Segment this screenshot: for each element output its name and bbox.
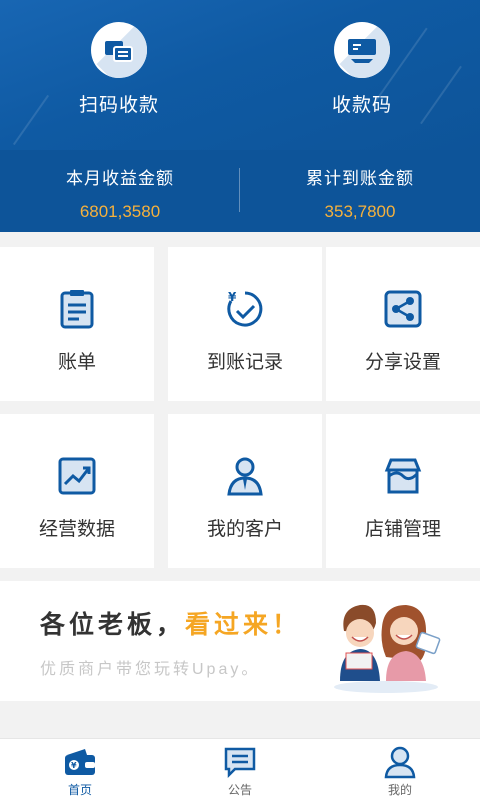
bill-icon [55,287,99,331]
announcement-icon [223,745,257,779]
grid-item-business-data[interactable]: 经营数据 [0,414,154,568]
grid-label-bill: 账单 [57,352,96,373]
grid-label-business-data: 经营数据 [38,519,115,540]
bottom-tab-bar: ¥ 首页 公告 我的 [0,738,480,800]
banner-title: 各位老板，看过来！ [40,605,301,641]
scan-collect-button[interactable]: 扫码收款 [39,22,199,117]
grid-label-share: 分享设置 [364,352,441,373]
wallet-icon: ¥ [63,745,97,779]
svg-text:¥: ¥ [71,761,77,770]
grid-item-share[interactable]: 分享设置 [326,247,480,401]
tab-home[interactable]: ¥ 首页 [0,745,160,798]
monthly-income-stat: 本月收益金额 6801,3580 [0,164,240,222]
couple-illustration [326,591,446,695]
header-banner: 扫码收款 收款码 本月收益金额 6801,3580 累计到账金额 353,780… [0,0,480,232]
tab-home-label: 首页 [67,783,92,797]
grid-item-customers[interactable]: 我的客户 [168,414,322,568]
payment-code-icon [334,22,390,78]
stats-divider [239,168,240,212]
grid-label-arrival-record: 到账记录 [206,352,283,373]
monthly-income-title: 本月收益金额 [66,169,174,188]
banner-subtitle: 优质商户带您玩转Upay。 [40,661,261,678]
scan-collect-label: 扫码收款 [78,95,159,116]
payment-code-label: 收款码 [331,95,392,116]
grid-item-arrival-record[interactable]: ¥ 到账记录 [168,247,322,401]
user-icon [383,745,417,779]
total-arrival-title: 累计到账金额 [306,169,414,188]
tab-mine-label: 我的 [387,783,412,797]
tab-mine[interactable]: 我的 [320,745,480,798]
svg-text:¥: ¥ [228,290,237,304]
grid-item-store-management[interactable]: 店铺管理 [326,414,480,568]
banner-title-prefix: 各位老板， [40,611,186,639]
total-arrival-stat: 累计到账金额 353,7800 [240,164,480,222]
banner-title-highlight: 看过来！ [185,611,302,639]
share-icon [381,287,425,331]
tab-announcement[interactable]: 公告 [160,745,320,798]
total-arrival-value: 353,7800 [324,202,396,221]
chart-icon [55,454,99,498]
stats-bar: 本月收益金额 6801,3580 累计到账金额 353,7800 [0,150,480,232]
store-icon [381,454,425,498]
arrival-record-icon: ¥ [223,287,267,331]
grid-item-bill[interactable]: 账单 [0,247,154,401]
payment-code-button[interactable]: 收款码 [282,22,442,117]
customer-icon [223,454,267,498]
monthly-income-value: 6801,3580 [79,202,161,221]
grid-label-customers: 我的客户 [206,519,283,540]
scan-collect-icon [91,22,147,78]
promo-banner[interactable]: 各位老板，看过来！ 优质商户带您玩转Upay。 [0,581,480,701]
grid-label-store-management: 店铺管理 [364,519,441,540]
tab-announcement-label: 公告 [227,783,252,797]
